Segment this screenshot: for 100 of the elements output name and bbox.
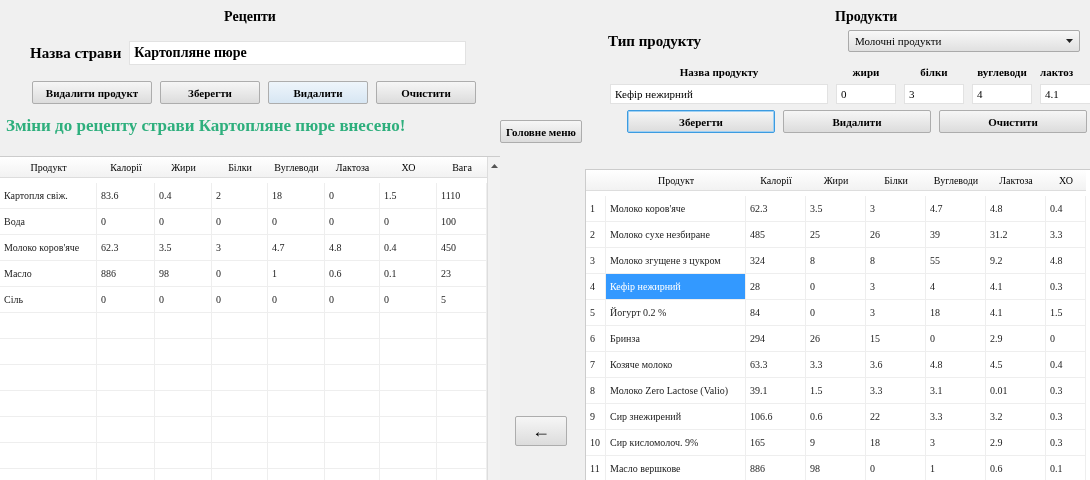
action-button[interactable]: Видалити [268, 81, 368, 104]
table-cell[interactable]: 4.1 [986, 300, 1046, 326]
table-cell[interactable]: 0 [926, 326, 986, 352]
table-cell[interactable]: 18 [866, 430, 926, 456]
add-product-button[interactable]: ← [515, 416, 567, 446]
table-cell[interactable]: 0 [806, 274, 866, 300]
table-cell: 1110 [437, 183, 487, 209]
table-cell[interactable]: 28 [746, 274, 806, 300]
table-cell[interactable]: 3.3 [1046, 222, 1086, 248]
table-cell[interactable]: 4.8 [986, 196, 1046, 222]
table-cell[interactable]: 485 [746, 222, 806, 248]
table-cell[interactable]: 2.9 [986, 430, 1046, 456]
table-cell[interactable]: Сир кисломолоч. 9% [606, 430, 746, 456]
table-cell[interactable]: 4.8 [1046, 248, 1086, 274]
table-cell[interactable]: Молоко коров'яче [606, 196, 746, 222]
table-cell[interactable]: 3 [866, 274, 926, 300]
table-cell[interactable]: 0.3 [1046, 404, 1086, 430]
table-cell[interactable]: 3.1 [926, 378, 986, 404]
table-cell[interactable]: 4.5 [986, 352, 1046, 378]
field-label: білки [920, 66, 948, 78]
table-cell[interactable]: 22 [866, 404, 926, 430]
action-button[interactable]: Очистити [939, 110, 1087, 133]
table-cell[interactable]: 8 [866, 248, 926, 274]
table-cell[interactable]: 8 [806, 248, 866, 274]
table-cell[interactable]: 324 [746, 248, 806, 274]
table-cell[interactable]: 31.2 [986, 222, 1046, 248]
table-cell[interactable]: 39.1 [746, 378, 806, 404]
row-number: 5 [586, 300, 606, 326]
action-button[interactable]: Зберегти [627, 110, 775, 133]
product-input-field[interactable]: 4 [972, 84, 1032, 104]
table-cell[interactable]: 4 [926, 274, 986, 300]
table-cell[interactable]: 9 [806, 430, 866, 456]
table-cell[interactable]: Сир знежирений [606, 404, 746, 430]
action-button[interactable]: Зберегти [160, 81, 260, 104]
table-cell: 3.5 [155, 235, 212, 261]
scrollbar[interactable] [487, 157, 500, 480]
table-cell[interactable]: 3.3 [806, 352, 866, 378]
table-cell: 1 [268, 261, 325, 287]
table-cell[interactable]: 3 [866, 300, 926, 326]
table-cell[interactable]: 0 [1046, 326, 1086, 352]
table-cell[interactable]: 294 [746, 326, 806, 352]
table-cell[interactable]: 39 [926, 222, 986, 248]
table-cell[interactable]: 4.1 [986, 274, 1046, 300]
table-cell[interactable]: 1.5 [806, 378, 866, 404]
table-cell[interactable]: 4.8 [926, 352, 986, 378]
table-cell[interactable]: Молоко сухе незбиране [606, 222, 746, 248]
product-type-dropdown[interactable]: Молочні продукти [848, 30, 1080, 52]
table-cell[interactable]: 3.2 [986, 404, 1046, 430]
scroll-up-icon[interactable] [488, 161, 500, 171]
table-cell[interactable]: 0.4 [1046, 352, 1086, 378]
dish-name-field[interactable]: Картопляне пюре [129, 41, 467, 65]
table-cell[interactable]: 3 [866, 196, 926, 222]
row-number: 1 [586, 196, 606, 222]
table-cell[interactable]: 25 [806, 222, 866, 248]
table-cell[interactable]: 165 [746, 430, 806, 456]
table-cell[interactable]: 0 [806, 300, 866, 326]
table-cell: 100 [437, 209, 487, 235]
table-cell[interactable]: 1.5 [1046, 300, 1086, 326]
table-cell[interactable]: 0.3 [1046, 430, 1086, 456]
table-cell[interactable]: 84 [746, 300, 806, 326]
table-cell[interactable]: 0.3 [1046, 378, 1086, 404]
table-cell: Картопля свіж. [0, 183, 97, 209]
table-cell[interactable]: 3.3 [866, 378, 926, 404]
product-type-label: Тип продукту [608, 32, 702, 50]
table-cell[interactable]: 4.7 [926, 196, 986, 222]
table-cell[interactable]: 9.2 [986, 248, 1046, 274]
table-cell[interactable]: 0.6 [806, 404, 866, 430]
panel-title: Продукти [834, 9, 899, 26]
table-cell[interactable]: 2.9 [986, 326, 1046, 352]
table-cell[interactable]: 0.3 [1046, 274, 1086, 300]
table-cell[interactable]: 62.3 [746, 196, 806, 222]
main-menu-button[interactable]: Головне меню [500, 120, 582, 143]
table-cell: 0 [212, 261, 268, 287]
table-cell[interactable]: 106.6 [746, 404, 806, 430]
action-button[interactable]: Видалити [783, 110, 931, 133]
table-cell[interactable]: 0.4 [1046, 196, 1086, 222]
action-button[interactable]: Видалити продукт [32, 81, 152, 104]
table-cell[interactable]: 3.5 [806, 196, 866, 222]
action-button[interactable]: Очистити [376, 81, 476, 104]
table-cell: 0 [325, 209, 380, 235]
table-cell[interactable]: 63.3 [746, 352, 806, 378]
table-cell[interactable]: 55 [926, 248, 986, 274]
table-cell[interactable]: Йогурт 0.2 % [606, 300, 746, 326]
product-input-field[interactable]: 4.1 [1040, 84, 1090, 104]
product-input-field[interactable]: 3 [904, 84, 964, 104]
table-cell: 0 [325, 287, 380, 313]
table-cell[interactable]: 26 [866, 222, 926, 248]
table-cell[interactable]: 3.3 [926, 404, 986, 430]
table-cell[interactable]: Бринза [606, 326, 746, 352]
product-input-field[interactable]: 0 [836, 84, 896, 104]
table-cell[interactable]: Козяче молоко [606, 352, 746, 378]
table-cell[interactable]: Молоко згущене з цукром [606, 248, 746, 274]
table-cell[interactable]: 3 [926, 430, 986, 456]
table-cell[interactable]: 0.01 [986, 378, 1046, 404]
table-cell[interactable]: 26 [806, 326, 866, 352]
table-cell[interactable]: 18 [926, 300, 986, 326]
table-cell[interactable]: 3.6 [866, 352, 926, 378]
product-input-field[interactable]: Кефір нежирний [610, 84, 828, 104]
table-cell[interactable]: Молоко Zero Lactose (Valio) [606, 378, 746, 404]
table-cell[interactable]: 15 [866, 326, 926, 352]
